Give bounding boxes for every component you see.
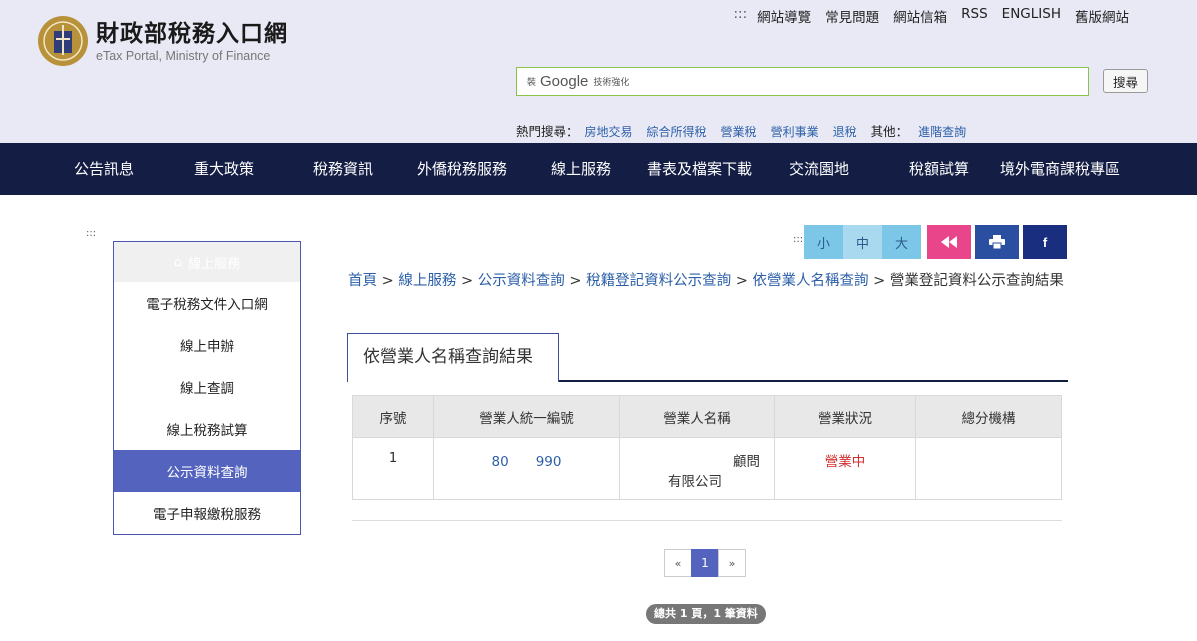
site-header: 財政部稅務入口網 eTax Portal, Ministry of Financ… (0, 0, 1197, 143)
font-small-button[interactable]: 小 (804, 225, 843, 259)
top-link-sitemap[interactable]: 網站導覽 (757, 6, 811, 26)
hot-searches: 熱門搜尋： 房地交易 綜合所得稅 營業稅 營利事業 退稅 其他： 進階查詢 (516, 121, 980, 140)
col-name: 營業人名稱 (619, 395, 775, 438)
sidebar-item-tax-calc[interactable]: 線上稅務試算 (114, 408, 300, 450)
sidebar-accesskey[interactable]: ::: (86, 228, 96, 239)
pagination: « 1 » (664, 549, 746, 577)
main-nav: 公告訊息 重大政策 稅務資訊 外僑稅務服務 線上服務 書表及檔案下載 交流園地 … (0, 143, 1197, 195)
sidebar-heading-label: 線上服務 (188, 256, 241, 272)
nav-tax-calculator[interactable]: 稅額試算 (909, 143, 969, 195)
table-row: 1 80 990 顧問 有限公司 營業中 (352, 437, 1062, 500)
search-button[interactable]: 搜尋 (1103, 69, 1148, 93)
hot-link-business-tax[interactable]: 營業稅 (721, 123, 757, 140)
tab-results[interactable]: 依營業人名稱查詢結果 (347, 333, 559, 382)
top-link-rss[interactable]: RSS (961, 6, 988, 26)
nav-tax-info[interactable]: 稅務資訊 (313, 143, 373, 195)
hot-link-income-tax[interactable]: 綜合所得稅 (647, 123, 707, 140)
breadcrumb-public-query[interactable]: 公示資料查詢 (478, 273, 565, 289)
nav-major-policies[interactable]: 重大政策 (194, 143, 254, 195)
google-suffix: 技術強化 (593, 78, 630, 88)
font-large-button[interactable]: 大 (882, 225, 921, 259)
top-link-english[interactable]: ENGLISH (1002, 6, 1061, 26)
next-page-button[interactable]: » (718, 549, 746, 577)
hot-label: 熱門搜尋： (516, 124, 579, 139)
ministry-emblem-icon (38, 16, 88, 66)
top-link-old-site[interactable]: 舊版網站 (1075, 6, 1129, 26)
sidebar-item-public-query[interactable]: 公示資料查詢 (114, 450, 300, 492)
cell-name: 顧問 有限公司 (619, 437, 775, 500)
search-input[interactable]: 裝 Google 技術強化 (516, 67, 1089, 96)
logo-title: 財政部稅務入口網 (96, 20, 288, 47)
breadcrumb: 首頁 > 線上服務 > 公示資料查詢 > 稅籍登記資料公示查詢 > 依營業人名稱… (348, 273, 1064, 289)
total-badge: 總共 1 頁，1 筆資料 (646, 604, 766, 624)
breadcrumb-name-query[interactable]: 依營業人名稱查詢 (753, 273, 869, 289)
font-medium-button[interactable]: 中 (843, 225, 882, 259)
back-button[interactable] (927, 225, 971, 259)
nav-expat-services[interactable]: 外僑稅務服務 (417, 143, 507, 195)
sidebar-item-e-filing[interactable]: 電子申報繳稅服務 (114, 492, 300, 534)
logo-subtitle: eTax Portal, Ministry of Finance (96, 49, 271, 63)
rewind-icon (941, 236, 957, 248)
print-button[interactable] (975, 225, 1019, 259)
other-label: 其他： (870, 124, 909, 139)
hot-link-profit-enterprise[interactable]: 營利事業 (771, 123, 819, 140)
site-logo[interactable]: 財政部稅務入口網 eTax Portal, Ministry of Financ… (38, 16, 288, 66)
table-header-row: 序號 營業人統一編號 營業人名稱 營業狀況 總分機構 (352, 395, 1062, 438)
nav-ecommerce-tax[interactable]: 境外電商課稅專區 (1000, 143, 1120, 195)
top-link-faq[interactable]: 常見問題 (825, 6, 879, 26)
cell-status: 營業中 (774, 437, 916, 500)
breadcrumb-home[interactable]: 首頁 (348, 273, 377, 289)
col-branch: 總分機構 (915, 395, 1062, 438)
print-icon (989, 235, 1005, 249)
breadcrumb-registration-query[interactable]: 稅籍登記資料公示查詢 (586, 273, 731, 289)
cell-tax-id[interactable]: 80 990 (433, 437, 620, 500)
toolbar-accesskey[interactable]: ::: (793, 234, 803, 245)
facebook-button[interactable]: f (1023, 225, 1067, 259)
nav-forms-download[interactable]: 書表及檔案下載 (647, 143, 752, 195)
nav-forum[interactable]: 交流園地 (789, 143, 849, 195)
google-brand: Google (540, 73, 589, 90)
search-prefix: 裝 (527, 78, 537, 88)
home-icon: ⌂ (173, 254, 183, 270)
cell-branch (915, 437, 1062, 500)
hot-link-refund[interactable]: 退稅 (833, 123, 857, 140)
col-tax-id: 營業人統一編號 (433, 395, 620, 438)
breadcrumb-current: 營業登記資料公示查詢結果 (889, 273, 1064, 289)
advanced-search-link[interactable]: 進階查詢 (918, 123, 966, 140)
col-no: 序號 (352, 395, 434, 438)
prev-page-button[interactable]: « (664, 549, 692, 577)
nav-online-services[interactable]: 線上服務 (551, 143, 611, 195)
breadcrumb-online-services[interactable]: 線上服務 (398, 273, 456, 289)
current-page[interactable]: 1 (691, 549, 719, 577)
nav-announcements[interactable]: 公告訊息 (74, 143, 134, 195)
divider (352, 520, 1062, 521)
col-status: 營業狀況 (774, 395, 916, 438)
facebook-icon: f (1042, 234, 1048, 250)
sidebar-item-etax-docs[interactable]: 電子稅務文件入口網 (114, 282, 300, 324)
cell-no: 1 (352, 437, 434, 500)
sidebar-item-online-apply[interactable]: 線上申辦 (114, 324, 300, 366)
sidebar-item-online-query[interactable]: 線上查調 (114, 366, 300, 408)
sidebar-heading: ⌂ 線上服務 (114, 242, 300, 282)
sidebar: ⌂ 線上服務 電子稅務文件入口網 線上申辦 線上查調 線上稅務試算 公示資料查詢… (113, 241, 301, 535)
hot-link-real-estate[interactable]: 房地交易 (585, 123, 633, 140)
results-table: 序號 營業人統一編號 營業人名稱 營業狀況 總分機構 1 80 990 顧問 有… (352, 395, 1062, 500)
top-link-mailbox[interactable]: 網站信箱 (893, 6, 947, 26)
accesskey-dots[interactable]: ::: (733, 6, 747, 26)
top-links: ::: 網站導覽 常見問題 網站信箱 RSS ENGLISH 舊版網站 (733, 6, 1129, 26)
